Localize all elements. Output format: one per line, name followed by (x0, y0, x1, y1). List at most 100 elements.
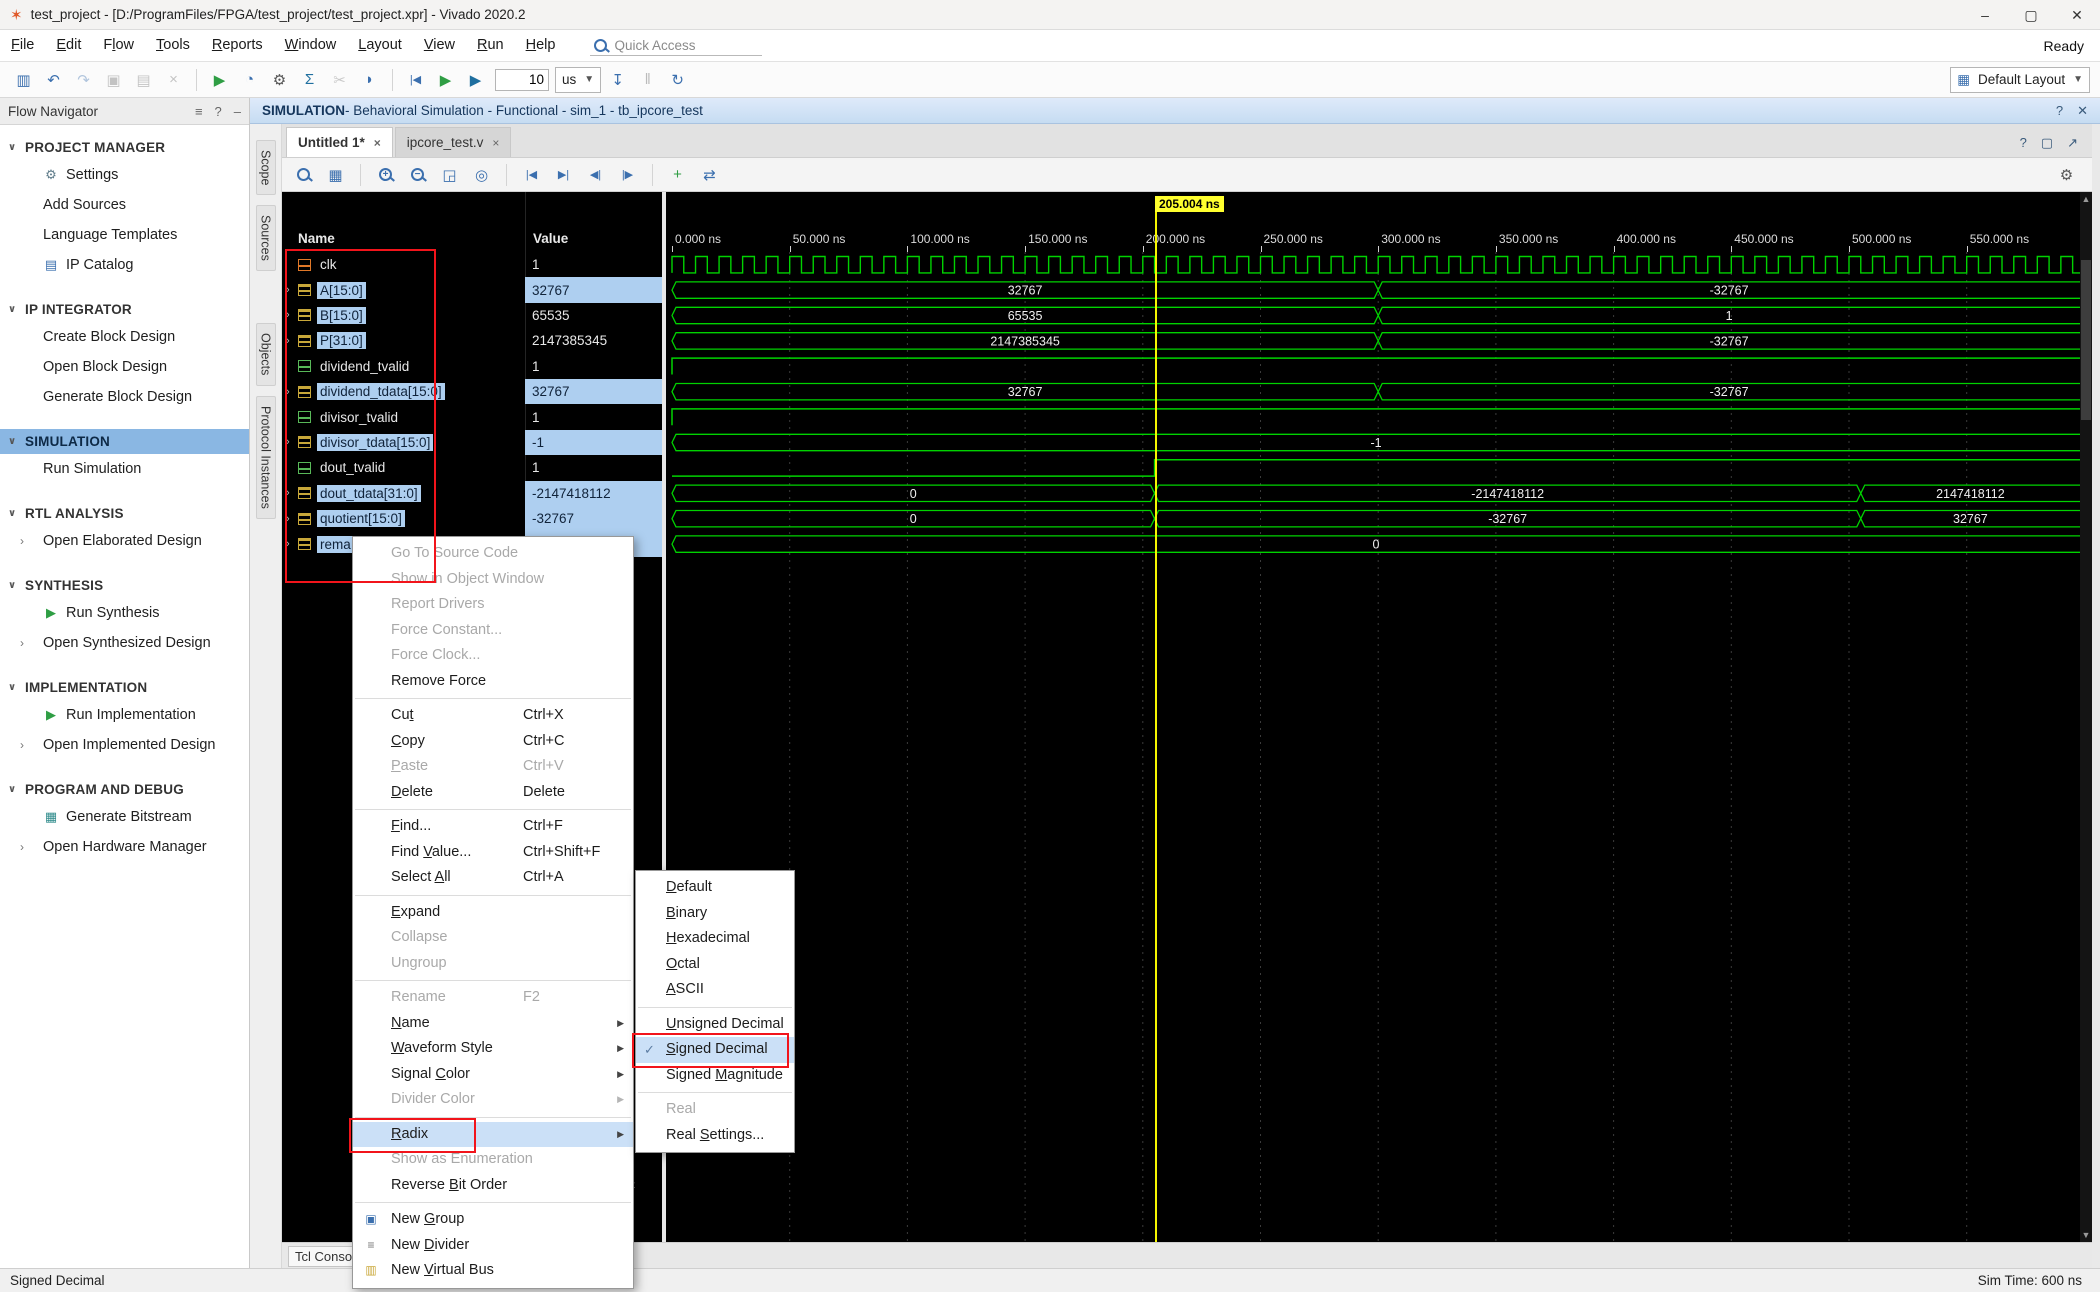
relaunch-icon[interactable]: ↻ (664, 67, 691, 93)
menu-item-default[interactable]: Default (636, 875, 794, 901)
signal-value-dividend-tdata-15-0[interactable]: 32767 (525, 379, 662, 404)
side-tab-protocol-instances[interactable]: Protocol Instances (256, 396, 276, 519)
scroll-up-icon[interactable]: ▲ (2080, 194, 2092, 204)
menu-item-new-divider[interactable]: ≡New Divider (353, 1233, 633, 1259)
profile-icon[interactable]: ◔ (236, 67, 263, 93)
maximize-icon[interactable]: ↗ (2067, 135, 2078, 151)
help-icon[interactable]: ? (2056, 103, 2063, 119)
signal-value-p-31-0[interactable]: 2147385345 (525, 328, 662, 353)
menu-item-new-virtual-bus[interactable]: ▥New Virtual Bus (353, 1258, 633, 1284)
menu-item-hexadecimal[interactable]: Hexadecimal (636, 926, 794, 952)
menu-item-delete[interactable]: DeleteDelete (353, 780, 633, 806)
side-tab-sources[interactable]: Sources (256, 205, 276, 271)
flownav-header-program-and-debug[interactable]: ∨PROGRAM AND DEBUG (0, 777, 249, 802)
signal-row-clk[interactable]: clk (282, 252, 525, 277)
menu-item-signed-magnitude[interactable]: Signed Magnitude (636, 1063, 794, 1089)
menu-flow[interactable]: Flow (92, 30, 145, 61)
flownav-header-ip-integrator[interactable]: ∨IP INTEGRATOR (0, 297, 249, 322)
options-icon[interactable]: ≡ (195, 104, 203, 119)
flownav-item-generate-block-design[interactable]: Generate Block Design (0, 382, 249, 412)
settings-icon[interactable]: ⚙ (266, 67, 293, 93)
run-time-input[interactable] (495, 69, 549, 91)
flownav-item-open-hardware-manager[interactable]: ›Open Hardware Manager (0, 832, 249, 862)
add-marker-icon[interactable]: + (664, 162, 691, 188)
expand-chevron-icon[interactable]: › (286, 284, 297, 296)
close-panel-icon[interactable]: ✕ (2077, 103, 2088, 119)
flownav-item-run-synthesis[interactable]: ▶Run Synthesis (0, 598, 249, 628)
minimize-button[interactable]: – (1962, 0, 2008, 30)
menu-item-binary[interactable]: Binary (636, 901, 794, 927)
menu-item-unsigned-decimal[interactable]: Unsigned Decimal (636, 1012, 794, 1038)
flownav-item-run-simulation[interactable]: Run Simulation (0, 454, 249, 484)
menu-item-find[interactable]: Find...Ctrl+F (353, 814, 633, 840)
goto-time-0-icon[interactable]: |◀ (518, 162, 545, 188)
flownav-item-create-block-design[interactable]: Create Block Design (0, 322, 249, 352)
maximize-button[interactable]: ▢ (2008, 0, 2054, 30)
time-cursor[interactable] (1155, 212, 1157, 1242)
menu-item-radix[interactable]: Radix▶ (353, 1122, 633, 1148)
float-icon[interactable]: ▢ (2041, 135, 2053, 151)
flownav-item-open-elaborated-design[interactable]: ›Open Elaborated Design (0, 526, 249, 556)
menu-run[interactable]: Run (466, 30, 515, 61)
help-icon[interactable]: ? (215, 104, 222, 119)
menu-file[interactable]: File (0, 30, 45, 61)
side-tab-scope[interactable]: Scope (256, 140, 276, 195)
flownav-item-language-templates[interactable]: Language Templates (0, 220, 249, 250)
run-icon[interactable]: ▶ (206, 67, 233, 93)
quick-access-search[interactable]: Quick Access (590, 36, 762, 56)
signal-value-clk[interactable]: 1 (525, 252, 662, 277)
menu-item-reverse-bit-order[interactable]: Reverse Bit Order (353, 1173, 633, 1199)
flownav-header-simulation[interactable]: ∨SIMULATION (0, 429, 249, 454)
save-icon[interactable]: ▦ (322, 162, 349, 188)
open-recent-icon[interactable]: ▥ (10, 67, 37, 93)
flownav-item-run-implementation[interactable]: ▶Run Implementation (0, 700, 249, 730)
menu-item-waveform-style[interactable]: Waveform Style▶ (353, 1036, 633, 1062)
signal-value-b-15-0[interactable]: 65535 (525, 303, 662, 328)
menu-item-remove-force[interactable]: Remove Force (353, 669, 633, 695)
menu-item-signal-color[interactable]: Signal Color▶ (353, 1062, 633, 1088)
prev-transition-icon[interactable]: ◀| (582, 162, 609, 188)
close-button[interactable]: ✕ (2054, 0, 2100, 30)
flownav-header-rtl-analysis[interactable]: ∨RTL ANALYSIS (0, 501, 249, 526)
menu-window[interactable]: Window (274, 30, 348, 61)
menu-item-name[interactable]: Name▶ (353, 1011, 633, 1037)
menu-view[interactable]: View (413, 30, 466, 61)
menu-item-expand[interactable]: Expand (353, 900, 633, 926)
run-for-icon[interactable]: ▶ (462, 67, 489, 93)
side-tab-objects[interactable]: Objects (256, 323, 276, 385)
run-all-icon[interactable]: ▶ (432, 67, 459, 93)
signal-row-a-15-0[interactable]: ›A[15:0] (282, 277, 525, 302)
scroll-down-icon[interactable]: ▼ (2080, 1230, 2092, 1240)
time-unit-select[interactable]: us ▼ (555, 67, 601, 93)
signal-row-p-31-0[interactable]: ›P[31:0] (282, 328, 525, 353)
help-icon[interactable]: ? (2020, 135, 2027, 151)
menu-item-select-all[interactable]: Select AllCtrl+A (353, 865, 633, 891)
watch-icon[interactable]: ◗ (356, 67, 383, 93)
flownav-item-open-synthesized-design[interactable]: ›Open Synthesized Design (0, 628, 249, 658)
menu-tools[interactable]: Tools (145, 30, 201, 61)
signal-value-dividend-tvalid[interactable]: 1 (525, 354, 662, 379)
flownav-header-project-manager[interactable]: ∨PROJECT MANAGER (0, 135, 249, 160)
zoom-to-cursor-icon[interactable]: ◎ (468, 162, 495, 188)
tcl-console-tab[interactable]: Tcl Consol (288, 1246, 354, 1267)
expand-chevron-icon[interactable]: › (286, 487, 297, 499)
signal-row-dividend-tdata-15-0[interactable]: ›dividend_tdata[15:0] (282, 379, 525, 404)
signal-value-dout-tdata-31-0[interactable]: -2147418112 (525, 481, 662, 506)
flownav-item-add-sources[interactable]: Add Sources (0, 190, 249, 220)
flownav-item-ip-catalog[interactable]: ▤IP Catalog (0, 250, 249, 280)
flownav-header-synthesis[interactable]: ∨SYNTHESIS (0, 573, 249, 598)
flownav-item-generate-bitstream[interactable]: ▦Generate Bitstream (0, 802, 249, 832)
signal-row-dout-tvalid[interactable]: dout_tvalid (282, 455, 525, 480)
step-icon[interactable]: ↧ (604, 67, 631, 93)
tab-ipcore-test-v[interactable]: ipcore_test.v× (395, 127, 512, 157)
close-tab-icon[interactable]: × (492, 136, 499, 150)
menu-item-cut[interactable]: CutCtrl+X (353, 703, 633, 729)
menu-item-signed-decimal[interactable]: ✓Signed Decimal (636, 1037, 794, 1063)
signal-value-dout-tvalid[interactable]: 1 (525, 455, 662, 480)
scrollbar-thumb[interactable] (2081, 260, 2091, 420)
zoom-out-icon[interactable]: − (404, 162, 431, 188)
menu-item-ascii[interactable]: ASCII (636, 977, 794, 1003)
signal-row-divisor-tvalid[interactable]: divisor_tvalid (282, 404, 525, 429)
signal-row-divisor-tdata-15-0[interactable]: ›divisor_tdata[15:0] (282, 430, 525, 455)
wave-settings-icon[interactable]: ⚙ (2053, 162, 2080, 188)
